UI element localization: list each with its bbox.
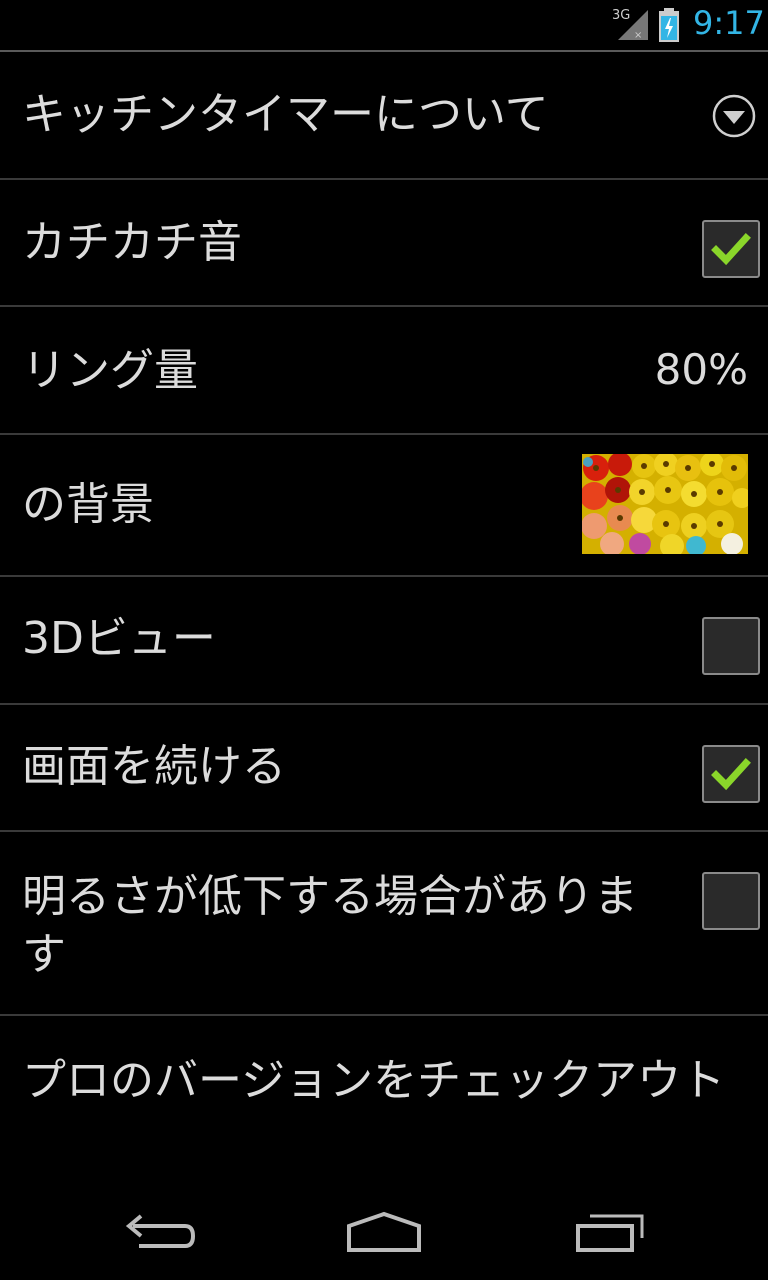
setting-about[interactable]: キッチンタイマーについて	[0, 52, 768, 180]
back-icon[interactable]	[115, 1204, 205, 1264]
setting-dim-warning[interactable]: 明るさが低下する場合があります	[0, 832, 768, 1016]
recent-apps-icon[interactable]	[566, 1204, 656, 1264]
setting-background[interactable]: の背景	[0, 435, 768, 577]
setting-label: リング量	[22, 345, 198, 396]
setting-ring-volume[interactable]: リング量 80%	[0, 307, 768, 435]
setting-keep-screen-on[interactable]: 画面を続ける	[0, 705, 768, 832]
setting-label: 画面を続ける	[22, 741, 286, 792]
setting-3d-view[interactable]: 3Dビュー	[0, 577, 768, 705]
battery-icon	[659, 8, 679, 42]
check-icon	[711, 233, 751, 266]
setting-pro-version[interactable]: プロのバージョンをチェックアウト	[0, 1016, 768, 1182]
setting-label: 明るさが低下する場合があります	[22, 871, 638, 980]
signal-icon: ×	[618, 10, 648, 41]
setting-label: の背景	[22, 479, 154, 530]
navigation-bar	[0, 1186, 768, 1280]
dim-warning-checkbox[interactable]	[702, 872, 760, 930]
keep-screen-on-checkbox[interactable]	[702, 745, 760, 803]
setting-label: プロのバージョンをチェックアウト	[22, 1055, 726, 1106]
3d-view-checkbox[interactable]	[702, 617, 760, 675]
chevron-down-circle-icon	[712, 94, 756, 138]
status-bar: 3G × 9:17	[0, 0, 768, 50]
home-icon[interactable]	[339, 1204, 429, 1264]
settings-list: キッチンタイマーについて カチカチ音 リング量 80% の背景 3Dビュー 画面…	[0, 52, 768, 1182]
setting-label: 3Dビュー	[22, 613, 216, 664]
setting-label: キッチンタイマーについて	[22, 89, 549, 140]
clock: 9:17	[693, 4, 765, 42]
tick-sound-checkbox[interactable]	[702, 220, 760, 278]
flowers-image	[582, 454, 748, 554]
setting-tick-sound[interactable]: カチカチ音	[0, 180, 768, 307]
svg-text:×: ×	[634, 30, 642, 41]
check-icon	[711, 758, 751, 791]
setting-label: カチカチ音	[22, 217, 242, 268]
ring-volume-value: 80%	[654, 345, 748, 394]
